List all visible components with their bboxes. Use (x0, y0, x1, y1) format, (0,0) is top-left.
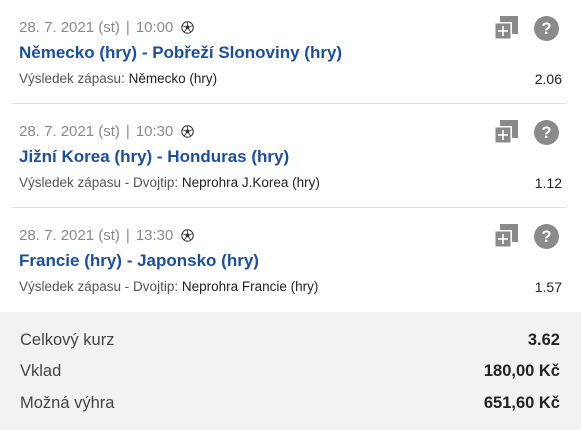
bet-odd: 2.06 (534, 71, 562, 87)
stake-row: Vklad 180,00 Kč (20, 362, 560, 386)
market-label: Výsledek zápasu - Dvojtip: (19, 175, 179, 190)
possible-win-value: 651,60 Kč (483, 394, 560, 412)
help-icon[interactable]: ? (534, 224, 559, 249)
stake-value: 180,00 Kč (483, 362, 560, 380)
match-title[interactable]: Francie (hry) - Japonsko (hry) (19, 251, 259, 271)
market-label: Výsledek zápasu: (19, 71, 125, 86)
pick-label: Německo (hry) (128, 71, 218, 86)
help-icon[interactable]: ? (534, 120, 559, 145)
bet-item: 28. 7. 2021 (st) | 10:30 Jižní Korea (hr… (0, 104, 566, 208)
total-odds-value: 3.62 (527, 331, 560, 349)
match-title[interactable]: Německo (hry) - Pobřeží Slonoviny (hry) (19, 43, 342, 63)
add-to-betslip-icon[interactable] (494, 224, 518, 248)
bet-result: Výsledek zápasu: Německo (hry) (19, 71, 217, 86)
bet-meta: 28. 7. 2021 (st) | 13:30 (19, 227, 195, 244)
soccer-ball-icon (181, 229, 195, 242)
total-odds-label: Celkový kurz (20, 331, 115, 349)
meta-separator: | (125, 227, 130, 244)
bet-odd: 1.57 (534, 279, 562, 295)
bet-time: 10:30 (135, 123, 174, 140)
svg-text:?: ? (541, 123, 551, 142)
bet-summary: Celkový kurz 3.62 Vklad 180,00 Kč Možná … (0, 312, 581, 430)
pick-label: Neprohra Francie (hry) (181, 279, 319, 294)
meta-separator: | (125, 123, 130, 140)
possible-win-label: Možná výhra (20, 394, 115, 412)
pick-label: Neprohra J.Korea (hry) (181, 175, 320, 190)
bet-item: 28. 7. 2021 (st) | 10:00 Německo (hry) -… (0, 0, 566, 104)
bet-odd: 1.12 (534, 175, 562, 191)
meta-separator: | (125, 19, 130, 36)
help-icon[interactable]: ? (534, 16, 559, 41)
stake-label: Vklad (20, 362, 62, 380)
bet-time: 13:30 (135, 227, 174, 244)
bet-result: Výsledek zápasu - Dvojtip: Neprohra J.Ko… (19, 175, 320, 190)
total-odds-row: Celkový kurz 3.62 (20, 331, 560, 355)
bet-item: 28. 7. 2021 (st) | 13:30 Francie (hry) -… (0, 208, 566, 312)
bet-result: Výsledek zápasu - Dvojtip: Neprohra Fran… (19, 279, 318, 294)
bet-date: 28. 7. 2021 (st) (19, 123, 120, 140)
bet-time: 10:00 (135, 19, 174, 36)
add-to-betslip-icon[interactable] (494, 120, 518, 144)
soccer-ball-icon (181, 21, 195, 34)
bet-date: 28. 7. 2021 (st) (19, 227, 120, 244)
bet-meta: 28. 7. 2021 (st) | 10:30 (19, 123, 195, 140)
match-title[interactable]: Jižní Korea (hry) - Honduras (hry) (19, 147, 289, 167)
market-label: Výsledek zápasu - Dvojtip: (19, 279, 179, 294)
svg-text:?: ? (541, 19, 551, 38)
soccer-ball-icon (181, 125, 195, 138)
possible-win-row: Možná výhra 651,60 Kč (20, 394, 560, 418)
bet-meta: 28. 7. 2021 (st) | 10:00 (19, 19, 195, 36)
add-to-betslip-icon[interactable] (494, 16, 518, 40)
svg-text:?: ? (541, 227, 551, 246)
bet-date: 28. 7. 2021 (st) (19, 19, 120, 36)
